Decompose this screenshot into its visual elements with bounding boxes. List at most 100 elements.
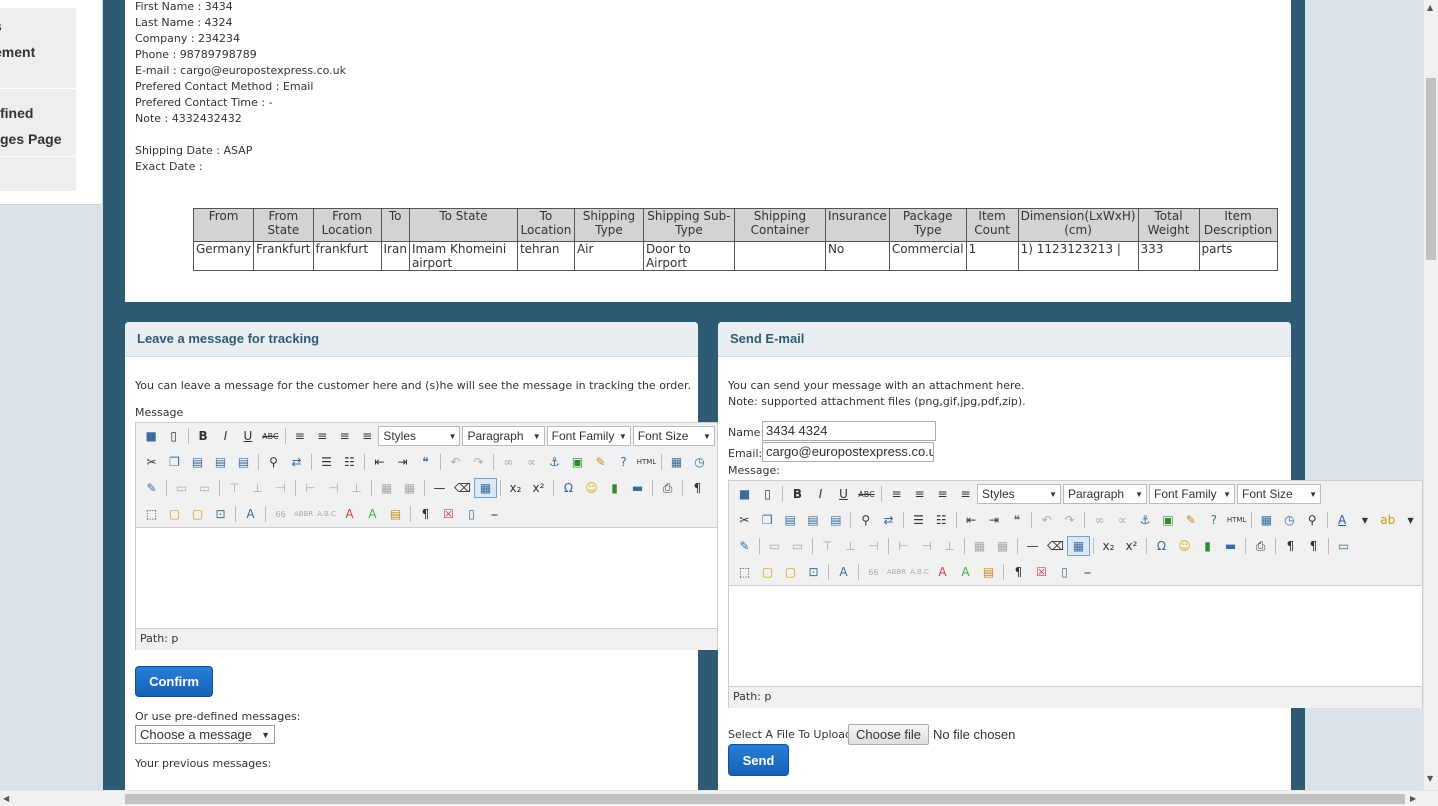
indent-icon[interactable]: ⇥ [983,510,1006,530]
abbr-icon[interactable]: ABBR [885,562,908,582]
bold-button[interactable]: B [192,426,214,446]
table-cell-props-icon[interactable]: ▭ [786,536,809,556]
bullet-list-icon[interactable]: ☰ [907,510,930,530]
emoticon-icon[interactable]: ☺ [580,478,603,498]
acronym-icon[interactable]: A.B.C [315,504,338,524]
insert-row-after-icon[interactable]: ⊥ [246,478,269,498]
align-left-icon[interactable]: ≡ [885,484,908,504]
cleanup-icon[interactable]: ✎ [1179,510,1202,530]
delete-col-icon[interactable]: ⊥ [345,478,368,498]
replace-icon[interactable]: ⇄ [285,452,308,472]
cleanup-icon[interactable]: ✎ [589,452,612,472]
horizontal-scroll-thumb[interactable] [125,794,1405,804]
insert-time-icon[interactable]: ◷ [688,452,711,472]
move-forward-icon[interactable]: ▢ [163,504,186,524]
align-center-icon[interactable]: ≡ [311,426,333,446]
media-icon[interactable]: ▮ [1196,536,1219,556]
replace-icon[interactable]: ⇄ [877,510,900,530]
print-icon[interactable]: ⎙ [656,478,679,498]
horizontal-rule-icon[interactable]: — [1021,536,1044,556]
preview-icon[interactable]: ⚲ [1301,510,1324,530]
email-input[interactable]: cargo@europostexpress.co.u [762,442,934,462]
copy-icon[interactable]: ❐ [163,452,186,472]
cite-icon[interactable]: 66 [269,504,292,524]
table-row-props-icon[interactable]: ▭ [170,478,193,498]
attribs-icon[interactable]: ▤ [977,562,1000,582]
find-icon[interactable]: ⚲ [262,452,285,472]
italic-button[interactable]: I [809,484,832,504]
delete-row-icon[interactable]: ⊣ [269,478,292,498]
insert-time-icon[interactable]: ◷ [1278,510,1301,530]
emoticon-icon[interactable]: ☺ [1173,536,1196,556]
media-icon[interactable]: ▮ [603,478,626,498]
absolute-icon[interactable]: ⊡ [802,562,825,582]
html-icon[interactable]: HTML [635,452,658,472]
sidebar-item-management[interactable]: ement [0,44,35,60]
cut-icon[interactable]: ✂ [733,510,756,530]
sidebar-item-pages[interactable]: ges Page [0,131,61,147]
undo-icon[interactable]: ↶ [1035,510,1058,530]
superscript-icon[interactable]: x² [1120,536,1143,556]
bold-button[interactable]: B [786,484,809,504]
styles-select[interactable]: Styles ▼ [378,426,461,446]
nonbreaking-icon[interactable]: ☒ [1030,562,1053,582]
anchor-icon[interactable]: ⚓ [1134,510,1157,530]
superscript-icon[interactable]: x² [527,478,550,498]
abbr-icon[interactable]: ABBR [292,504,315,524]
link-icon[interactable]: ∞ [1088,510,1111,530]
undo-icon[interactable]: ↶ [444,452,467,472]
move-backward-icon[interactable]: ▢ [779,562,802,582]
visual-aid-icon[interactable]: ▦ [1067,536,1090,556]
copy-icon[interactable]: ❐ [756,510,779,530]
scroll-up-icon[interactable]: ▲ [1427,3,1433,12]
pagebreak-icon[interactable]: ⎯ [483,504,506,524]
horizontal-scrollbar[interactable]: ◀ ▶ [0,790,1438,806]
redo-icon[interactable]: ↷ [467,452,490,472]
paragraph-select[interactable]: Paragraph ▼ [1063,484,1147,504]
split-cells-icon[interactable]: ▦ [375,478,398,498]
insert-date-icon[interactable]: ▦ [665,452,688,472]
ins-icon[interactable]: A [954,562,977,582]
insert-row-before-icon[interactable]: ⊤ [816,536,839,556]
ltr-icon[interactable]: ¶ [1279,536,1302,556]
find-icon[interactable]: ⚲ [854,510,877,530]
scroll-down-icon[interactable]: ▼ [1427,774,1433,783]
insert-layer-icon[interactable]: ⬚ [733,562,756,582]
edit-icon[interactable]: ✎ [140,478,163,498]
help-icon[interactable]: ? [612,452,635,472]
fullscreen-icon[interactable]: ▭ [1332,536,1355,556]
insert-col-after-icon[interactable]: ⊣ [915,536,938,556]
choose-file-button[interactable]: Choose file [848,724,930,745]
paste-word-icon[interactable]: ▤ [824,510,847,530]
styles-select[interactable]: Styles ▼ [977,484,1061,504]
merge-cells-icon[interactable]: ▦ [398,478,421,498]
print-icon[interactable]: ⎙ [1249,536,1272,556]
remove-format-icon[interactable]: ⌫ [1044,536,1067,556]
remove-format-icon[interactable]: ⌫ [451,478,474,498]
scroll-right-icon[interactable]: ▶ [1410,794,1416,803]
align-right-icon[interactable]: ≡ [333,426,355,446]
insert-date-icon[interactable]: ▦ [1255,510,1278,530]
link-icon[interactable]: ∞ [497,452,520,472]
strikethrough-button[interactable]: ABC [855,484,878,504]
unlink-icon[interactable]: ∝ [1111,510,1134,530]
insert-col-before-icon[interactable]: ⊢ [892,536,915,556]
sidebar-item-1[interactable]: s [0,18,2,34]
paste-icon[interactable]: ▤ [779,510,802,530]
sidebar-item-defined[interactable]: fined [0,105,33,121]
redo-icon[interactable]: ↷ [1058,510,1081,530]
font-family-select[interactable]: Font Family ▼ [546,426,631,446]
name-input[interactable]: 3434 4324 [762,421,936,441]
save-icon[interactable]: ■ [733,484,756,504]
insert-layer-icon[interactable]: ⬚ [140,504,163,524]
subscript-icon[interactable]: x₂ [1097,536,1120,556]
template-icon[interactable]: ▯ [1053,562,1076,582]
highlight-color-icon[interactable]: ab [1376,510,1399,530]
align-right-icon[interactable]: ≡ [931,484,954,504]
outdent-icon[interactable]: ⇤ [960,510,983,530]
visual-aid-icon[interactable]: ▦ [474,478,497,498]
save-icon[interactable]: ■ [140,426,162,446]
delete-row-icon[interactable]: ⊣ [862,536,885,556]
edit-icon[interactable]: ✎ [733,536,756,556]
numbered-list-icon[interactable]: ☷ [338,452,361,472]
